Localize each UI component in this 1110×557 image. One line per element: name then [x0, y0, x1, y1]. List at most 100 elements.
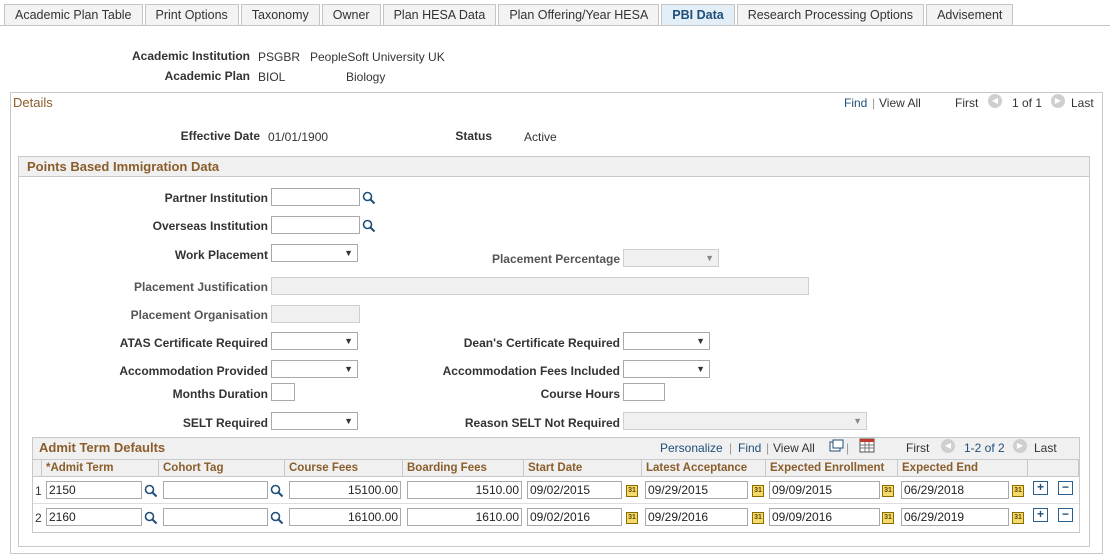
grid-col-latest-acceptance[interactable]: Latest Acceptance: [642, 459, 766, 477]
cohort-tag-input[interactable]: [163, 481, 268, 499]
magnifier-icon[interactable]: [144, 484, 158, 498]
grid-personalize-link[interactable]: Personalize: [660, 441, 723, 455]
months-duration-label: Months Duration: [172, 387, 268, 401]
boarding-fees-input[interactable]: 1510.00: [407, 481, 522, 499]
calendar-icon[interactable]: 31: [626, 485, 638, 497]
chevron-right-icon[interactable]: ▶: [1013, 439, 1027, 453]
course-fees-input[interactable]: 16100.00: [289, 508, 401, 526]
admit-term-input[interactable]: 2150: [46, 481, 142, 499]
plan-code: BIOL: [258, 70, 286, 84]
download-grid-icon[interactable]: [859, 438, 875, 453]
dropdown-arrow-icon: ▼: [696, 364, 705, 374]
calendar-icon[interactable]: 31: [882, 485, 894, 497]
minus-icon[interactable]: −: [1058, 508, 1073, 522]
grid-col-rownum: [33, 459, 42, 477]
tab-owner[interactable]: Owner: [321, 4, 381, 26]
deans-certificate-select[interactable]: ▼: [623, 332, 710, 350]
calendar-icon[interactable]: 31: [882, 512, 894, 524]
cohort-tag-input[interactable]: [163, 508, 268, 526]
grid-col-actions: [1028, 459, 1079, 477]
plus-icon[interactable]: +: [1033, 481, 1048, 495]
calendar-icon[interactable]: 31: [752, 485, 764, 497]
grid-col-start-date[interactable]: Start Date: [524, 459, 642, 477]
tab-pbi-data[interactable]: PBI Data: [661, 4, 735, 26]
grid-col-course-fees[interactable]: Course Fees: [285, 459, 403, 477]
accommodation-provided-select[interactable]: ▼: [271, 360, 358, 378]
tab-plan-hesa-data[interactable]: Plan HESA Data: [382, 4, 497, 26]
accommodation-provided-label: Accommodation Provided: [119, 364, 268, 378]
latest-acceptance-input[interactable]: 09/29/2015: [645, 481, 748, 499]
start-date-input[interactable]: 09/02/2016: [527, 508, 622, 526]
expected-enrollment-input[interactable]: 09/09/2015: [769, 481, 880, 499]
course-hours-input[interactable]: [623, 383, 665, 401]
latest-acceptance-input[interactable]: 09/29/2016: [645, 508, 748, 526]
grid-view-all-link[interactable]: View All: [773, 441, 815, 455]
grid-last[interactable]: Last: [1034, 441, 1057, 455]
work-placement-select[interactable]: ▼: [271, 244, 358, 262]
grid-col-boarding-fees[interactable]: Boarding Fees: [403, 459, 524, 477]
grid-col-expected-end[interactable]: Expected End: [898, 459, 1028, 477]
tab-divider: [0, 25, 1110, 26]
minus-icon[interactable]: −: [1058, 481, 1073, 495]
tab-print-options[interactable]: Print Options: [144, 4, 239, 26]
calendar-icon[interactable]: 31: [626, 512, 638, 524]
grid-find-link[interactable]: Find: [738, 441, 761, 455]
grid-col-expected-enrollment[interactable]: Expected Enrollment: [766, 459, 898, 477]
boarding-fees-input[interactable]: 1610.00: [407, 508, 522, 526]
pbi-section-title: Points Based Immigration Data: [18, 156, 1090, 177]
dropdown-arrow-icon: ▼: [344, 248, 353, 258]
placement-percentage-label: Placement Percentage: [491, 252, 620, 266]
tab-academic-plan-table[interactable]: Academic Plan Table: [4, 4, 143, 26]
tab-advisement[interactable]: Advisement: [926, 4, 1014, 26]
start-date-input[interactable]: 09/02/2015: [527, 481, 622, 499]
expected-end-input[interactable]: 06/29/2019: [901, 508, 1009, 526]
row-number: 1: [35, 484, 42, 498]
grid-col-admit-term[interactable]: *Admit Term: [42, 459, 159, 477]
status-value: Active: [524, 130, 557, 144]
grid-first[interactable]: First: [906, 441, 929, 455]
dropdown-arrow-icon: ▼: [705, 253, 714, 263]
details-first[interactable]: First: [955, 96, 978, 110]
new-window-icon[interactable]: [829, 439, 844, 452]
grid-count: 1-2 of 2: [964, 441, 1005, 455]
accommodation-fees-label: Accommodation Fees Included: [442, 364, 620, 378]
details-title: Details: [13, 95, 53, 110]
dropdown-arrow-icon: ▼: [853, 416, 862, 426]
grid-separator: |: [729, 441, 733, 455]
course-fees-input[interactable]: 15100.00: [289, 481, 401, 499]
tab-plan-offering-year-hesa[interactable]: Plan Offering/Year HESA: [498, 4, 660, 26]
magnifier-icon[interactable]: [270, 511, 284, 525]
calendar-icon[interactable]: 31: [1012, 485, 1024, 497]
overseas-institution-input[interactable]: [271, 216, 360, 234]
atas-certificate-select[interactable]: ▼: [271, 332, 358, 350]
overseas-institution-label: Overseas Institution: [152, 219, 268, 233]
magnifier-icon[interactable]: [362, 219, 376, 233]
admit-term-input[interactable]: 2160: [46, 508, 142, 526]
status-label: Status: [455, 129, 492, 143]
magnifier-icon[interactable]: [362, 191, 376, 205]
tab-research-processing-options[interactable]: Research Processing Options: [736, 4, 925, 26]
plus-icon[interactable]: +: [1033, 508, 1048, 522]
expected-enrollment-input[interactable]: 09/09/2016: [769, 508, 880, 526]
months-duration-input[interactable]: [271, 383, 295, 401]
magnifier-icon[interactable]: [144, 511, 158, 525]
chevron-right-icon[interactable]: ▶: [1051, 94, 1065, 108]
chevron-left-icon[interactable]: ◀: [988, 94, 1002, 108]
accommodation-fees-select[interactable]: ▼: [623, 360, 710, 378]
details-count: 1 of 1: [1012, 96, 1043, 110]
grid-col-cohort-tag[interactable]: Cohort Tag: [159, 459, 285, 477]
partner-institution-input[interactable]: [271, 188, 360, 206]
expected-end-input[interactable]: 06/29/2018: [901, 481, 1009, 499]
details-last[interactable]: Last: [1071, 96, 1094, 110]
calendar-icon[interactable]: 31: [752, 512, 764, 524]
reason-selt-select: ▼: [623, 412, 867, 430]
chevron-left-icon[interactable]: ◀: [941, 439, 955, 453]
details-view-all-link[interactable]: View All: [879, 96, 921, 110]
reason-selt-label: Reason SELT Not Required: [464, 416, 620, 430]
selt-required-select[interactable]: ▼: [271, 412, 358, 430]
calendar-icon[interactable]: 31: [1012, 512, 1024, 524]
tab-taxonomy[interactable]: Taxonomy: [240, 4, 320, 26]
magnifier-icon[interactable]: [270, 484, 284, 498]
details-find-link[interactable]: Find: [844, 96, 867, 110]
partner-institution-label: Partner Institution: [164, 191, 268, 205]
